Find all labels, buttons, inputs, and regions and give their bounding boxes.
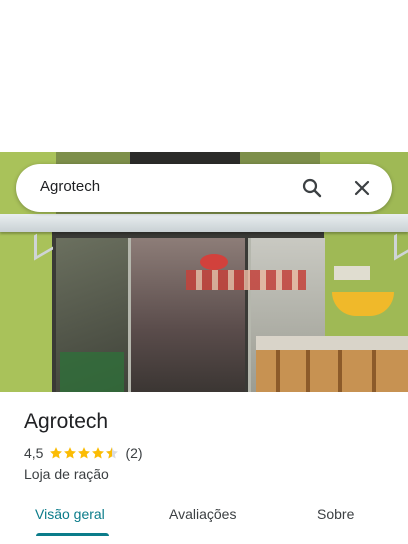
search-bar[interactable]: Agrotech <box>16 164 392 212</box>
place-title: Agrotech <box>24 410 109 433</box>
search-input[interactable]: Agrotech <box>40 178 100 195</box>
photo-cage-bar <box>338 350 342 392</box>
place-category: Loja de ração <box>24 466 109 482</box>
star-icon <box>64 447 77 459</box>
tab-reviews[interactable]: Avaliações <box>169 506 236 522</box>
place-tabs: Visão geral Avaliações Sobre <box>0 496 408 544</box>
tab-overview[interactable]: Visão geral <box>35 506 105 522</box>
photo-small-sign <box>334 266 370 280</box>
active-tab-indicator <box>36 533 109 536</box>
photo-red-sign <box>200 254 228 270</box>
star-icon <box>78 447 91 459</box>
tab-about[interactable]: Sobre <box>317 506 354 522</box>
photo-dark-panel <box>130 152 240 164</box>
rating-row[interactable]: 4,5 (2) <box>24 445 143 461</box>
photo-awning <box>0 214 408 232</box>
photo-cage-bar <box>276 350 280 392</box>
rating-value: 4,5 <box>24 445 44 461</box>
review-count[interactable]: (2) <box>125 445 142 461</box>
star-icon <box>92 447 105 459</box>
photo-red-banners <box>186 270 306 290</box>
search-icon[interactable] <box>300 176 324 200</box>
star-half-icon <box>106 447 119 459</box>
close-icon[interactable] <box>350 176 374 200</box>
star-icon <box>50 447 63 459</box>
photo-cage-bar <box>306 350 310 392</box>
photo-cage-bar <box>372 350 376 392</box>
photo-green-sticker <box>60 352 124 392</box>
star-rating <box>49 446 119 460</box>
